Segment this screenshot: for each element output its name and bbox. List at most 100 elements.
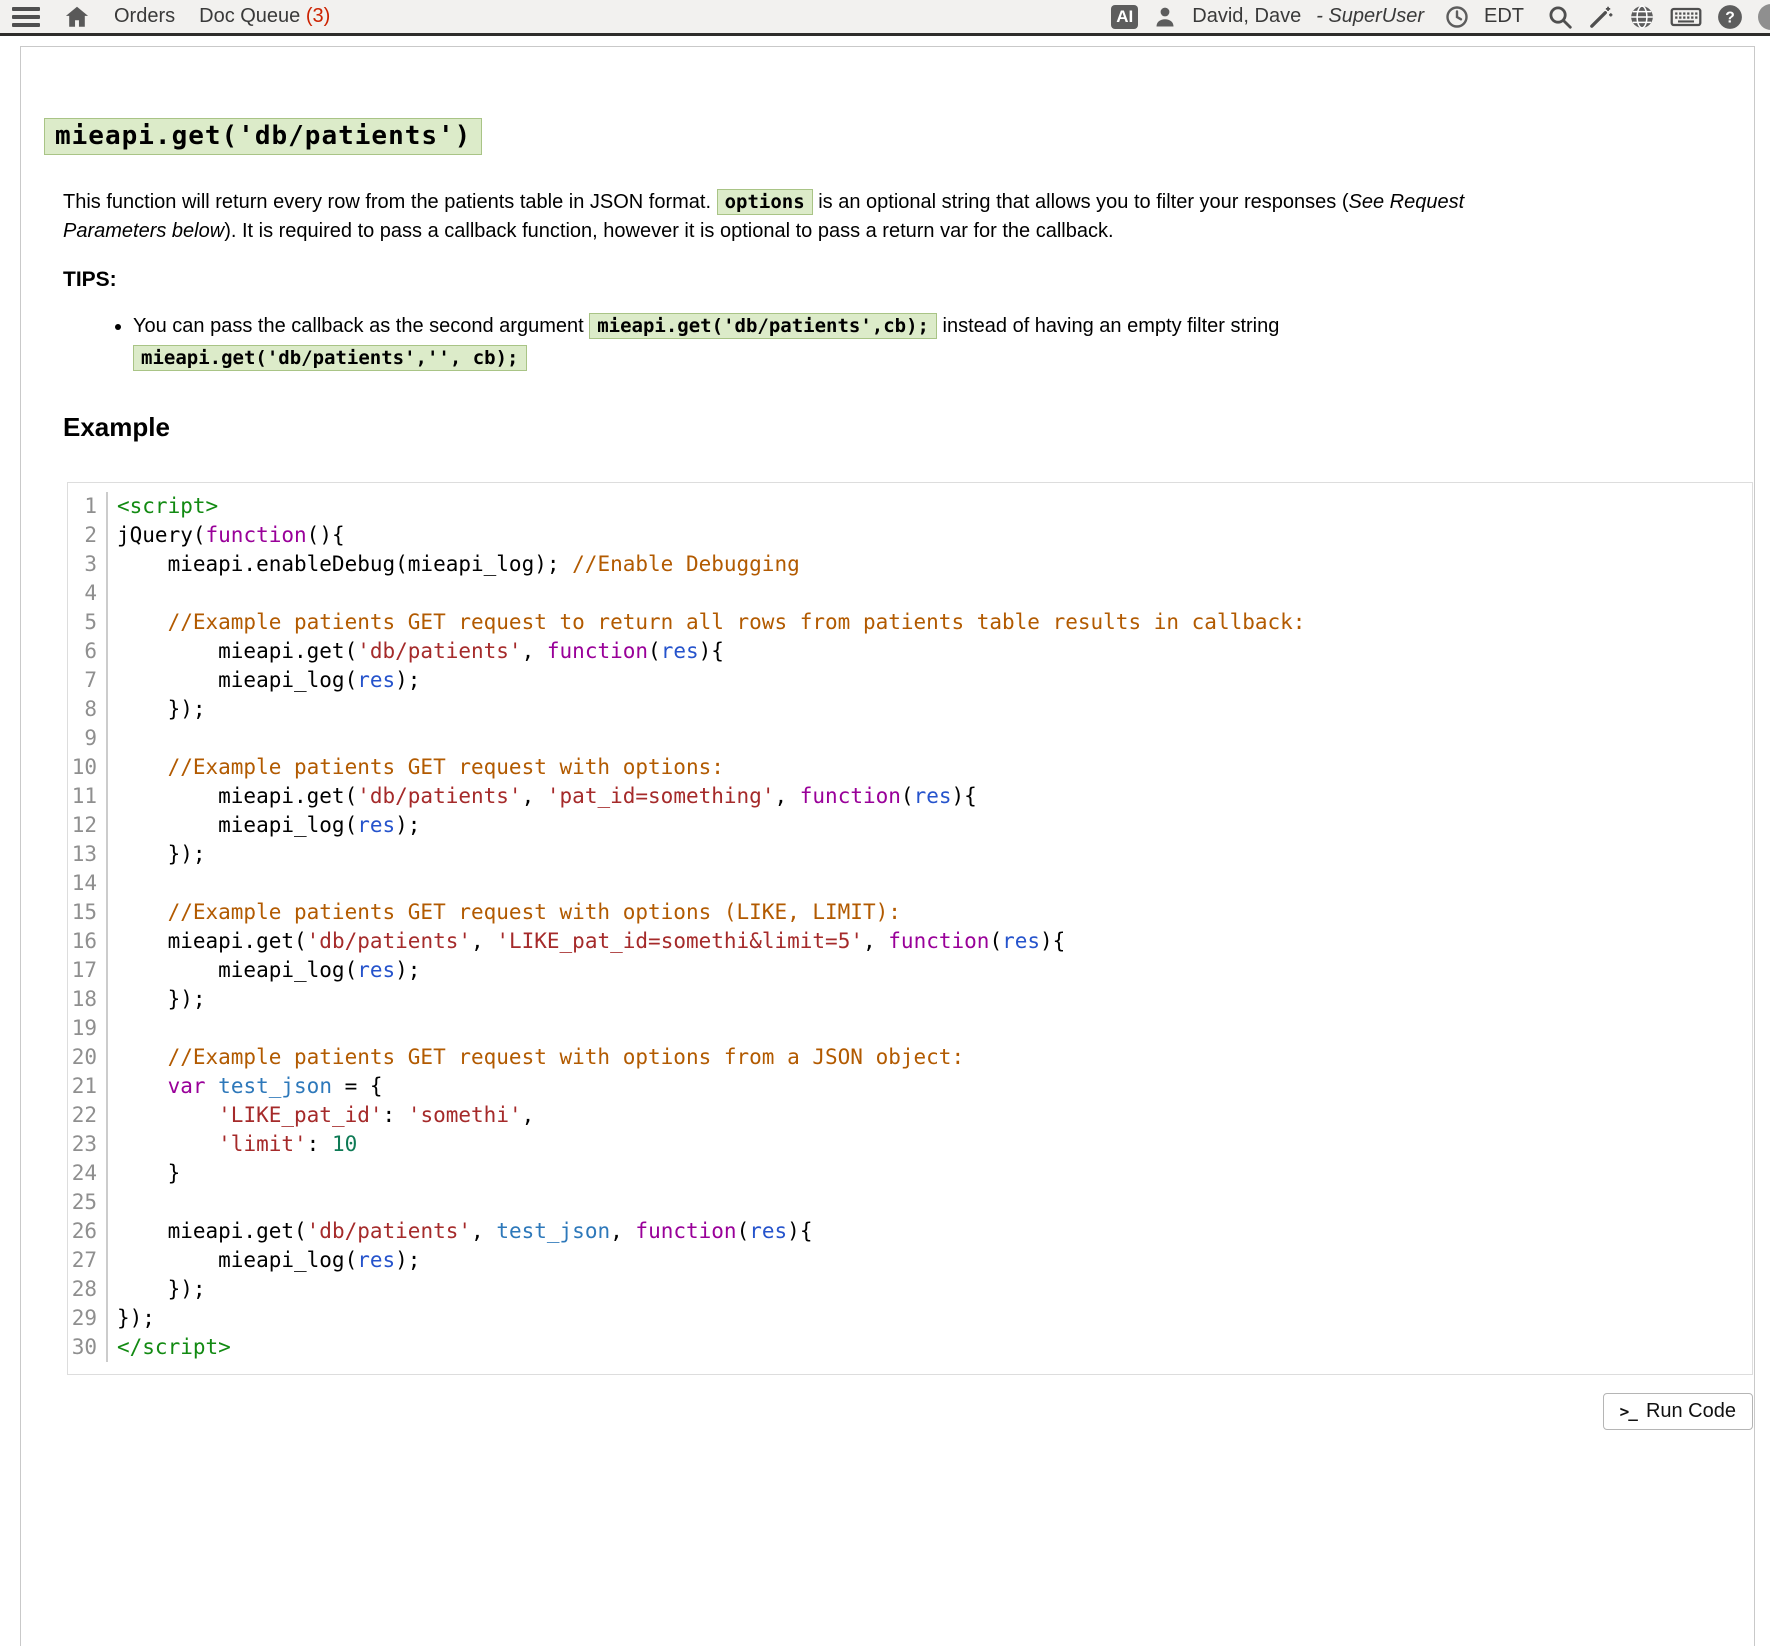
search-icon[interactable] bbox=[1547, 4, 1573, 30]
line-number: 12 bbox=[68, 811, 108, 840]
user-role: - SuperUser bbox=[1316, 5, 1424, 28]
line-number: 2 bbox=[68, 521, 108, 550]
text-run: is an optional string that allows you to… bbox=[813, 191, 1349, 213]
code-text: //Example patients GET request with opti… bbox=[108, 753, 724, 782]
line-number: 6 bbox=[68, 637, 108, 666]
code-text: mieapi.get('db/patients', 'pat_id=someth… bbox=[108, 782, 977, 811]
code-text: jQuery(function(){ bbox=[108, 521, 345, 550]
code-line: 2jQuery(function(){ bbox=[68, 521, 1752, 550]
code-text: var test_json = { bbox=[108, 1072, 383, 1101]
code-line: 29}); bbox=[68, 1304, 1752, 1333]
code-text: mieapi.get('db/patients', test_json, fun… bbox=[108, 1217, 812, 1246]
code-line: 15 //Example patients GET request with o… bbox=[68, 898, 1752, 927]
user-name[interactable]: David, Dave bbox=[1192, 5, 1301, 28]
line-number: 25 bbox=[68, 1188, 108, 1217]
line-number: 23 bbox=[68, 1130, 108, 1159]
code-line: 27 mieapi_log(res); bbox=[68, 1246, 1752, 1275]
code-text: 'limit': 10 bbox=[108, 1130, 357, 1159]
ai-badge[interactable]: AI bbox=[1111, 5, 1138, 29]
line-number: 11 bbox=[68, 782, 108, 811]
code-line: 23 'limit': 10 bbox=[68, 1130, 1752, 1159]
help-icon[interactable]: ? bbox=[1717, 4, 1743, 30]
line-number: 26 bbox=[68, 1217, 108, 1246]
line-number: 20 bbox=[68, 1043, 108, 1072]
edge-avatar-circle[interactable] bbox=[1758, 4, 1770, 30]
terminal-prompt-icon: >_ bbox=[1620, 1402, 1637, 1421]
example-heading: Example bbox=[63, 412, 1754, 443]
code-text: 'LIKE_pat_id': 'somethi', bbox=[108, 1101, 534, 1130]
line-number: 1 bbox=[68, 492, 108, 521]
intro-paragraph: This function will return every row from… bbox=[63, 188, 1563, 246]
code-text: mieapi.get('db/patients', function(res){ bbox=[108, 637, 724, 666]
tips-heading: TIPS: bbox=[63, 268, 1754, 292]
code-text: }); bbox=[108, 1275, 206, 1304]
code-line: 25 bbox=[68, 1188, 1752, 1217]
code-line: 12 mieapi_log(res); bbox=[68, 811, 1752, 840]
home-icon[interactable] bbox=[64, 4, 90, 30]
wand-icon[interactable] bbox=[1588, 4, 1614, 30]
code-line: 16 mieapi.get('db/patients', 'LIKE_pat_i… bbox=[68, 927, 1752, 956]
line-number: 5 bbox=[68, 608, 108, 637]
line-number: 10 bbox=[68, 753, 108, 782]
code-text: mieapi.get('db/patients', 'LIKE_pat_id=s… bbox=[108, 927, 1065, 956]
line-number: 17 bbox=[68, 956, 108, 985]
code-line: 30</script> bbox=[68, 1333, 1752, 1362]
line-number: 22 bbox=[68, 1101, 108, 1130]
tip-item: You can pass the callback as the second … bbox=[133, 310, 1523, 374]
inline-code: options bbox=[717, 189, 813, 215]
line-number: 14 bbox=[68, 869, 108, 898]
code-line: 6 mieapi.get('db/patients', function(res… bbox=[68, 637, 1752, 666]
code-line: 11 mieapi.get('db/patients', 'pat_id=som… bbox=[68, 782, 1752, 811]
code-line: 9 bbox=[68, 724, 1752, 753]
code-text: </script> bbox=[108, 1333, 231, 1362]
line-number: 8 bbox=[68, 695, 108, 724]
code-line: 13 }); bbox=[68, 840, 1752, 869]
line-number: 4 bbox=[68, 579, 108, 608]
code-text: mieapi_log(res); bbox=[108, 666, 420, 695]
code-text: //Example patients GET request with opti… bbox=[108, 1043, 964, 1072]
code-text: //Example patients GET request to return… bbox=[108, 608, 1305, 637]
line-number: 27 bbox=[68, 1246, 108, 1275]
run-code-button[interactable]: >_ Run Code bbox=[1603, 1393, 1753, 1430]
code-line: 7 mieapi_log(res); bbox=[68, 666, 1752, 695]
line-number: 15 bbox=[68, 898, 108, 927]
code-line: 28 }); bbox=[68, 1275, 1752, 1304]
code-line: 5 //Example patients GET request to retu… bbox=[68, 608, 1752, 637]
line-number: 3 bbox=[68, 550, 108, 579]
code-line: 10 //Example patients GET request with o… bbox=[68, 753, 1752, 782]
code-line: 8 }); bbox=[68, 695, 1752, 724]
inline-code: mieapi.get('db/patients','', cb); bbox=[133, 345, 527, 371]
code-text: } bbox=[108, 1159, 180, 1188]
line-number: 21 bbox=[68, 1072, 108, 1101]
line-number: 9 bbox=[68, 724, 108, 753]
code-line: 17 mieapi_log(res); bbox=[68, 956, 1752, 985]
clock-icon[interactable] bbox=[1445, 5, 1469, 29]
content-card: mieapi.get('db/patients') This function … bbox=[20, 46, 1755, 1646]
code-line: 20 //Example patients GET request with o… bbox=[68, 1043, 1752, 1072]
code-line: 19 bbox=[68, 1014, 1752, 1043]
keyboard-icon[interactable] bbox=[1670, 4, 1702, 30]
code-text: mieapi_log(res); bbox=[108, 811, 420, 840]
code-line: 21 var test_json = { bbox=[68, 1072, 1752, 1101]
code-line: 18 }); bbox=[68, 985, 1752, 1014]
line-number: 16 bbox=[68, 927, 108, 956]
inline-code: mieapi.get('db/patients',cb); bbox=[589, 313, 937, 339]
line-number: 28 bbox=[68, 1275, 108, 1304]
code-line: 3 mieapi.enableDebug(mieapi_log); //Enab… bbox=[68, 550, 1752, 579]
line-number: 18 bbox=[68, 985, 108, 1014]
timezone-label[interactable]: EDT bbox=[1484, 5, 1524, 28]
code-line: 1<script> bbox=[68, 492, 1752, 521]
code-text: }); bbox=[108, 840, 206, 869]
code-text: }); bbox=[108, 1304, 155, 1333]
globe-icon[interactable] bbox=[1629, 4, 1655, 30]
code-text: mieapi_log(res); bbox=[108, 956, 420, 985]
code-text: }); bbox=[108, 985, 206, 1014]
line-number: 19 bbox=[68, 1014, 108, 1043]
line-number: 24 bbox=[68, 1159, 108, 1188]
hamburger-menu-icon[interactable] bbox=[12, 7, 40, 27]
nav-orders[interactable]: Orders bbox=[114, 5, 175, 28]
code-line: 24 } bbox=[68, 1159, 1752, 1188]
nav-doc-queue[interactable]: Doc Queue (3) bbox=[199, 5, 330, 28]
line-number: 13 bbox=[68, 840, 108, 869]
svg-text:?: ? bbox=[1725, 9, 1735, 26]
